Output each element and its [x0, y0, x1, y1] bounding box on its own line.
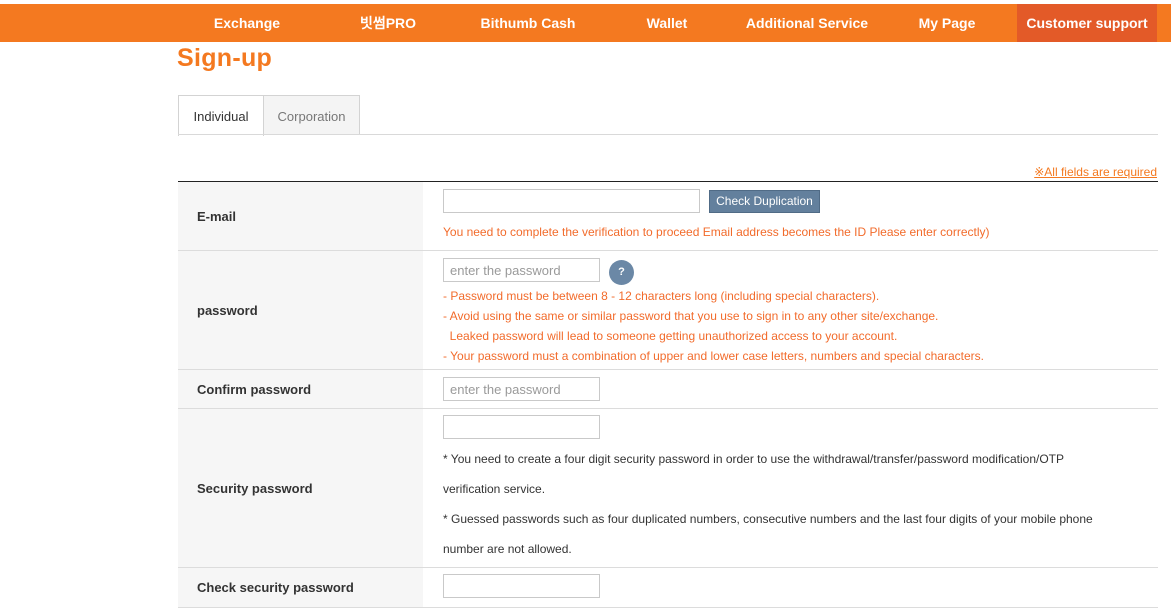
- security-password-label: Security password: [178, 409, 423, 567]
- required-fields-note: ※All fields are required: [1034, 165, 1157, 179]
- security-password-note: * Guessed passwords such as four duplica…: [443, 512, 1093, 526]
- nav-bithumb-pro[interactable]: 빗썸PRO: [338, 4, 438, 42]
- security-password-note: verification service.: [443, 482, 546, 496]
- nav-additional-service[interactable]: Additional Service: [737, 4, 877, 42]
- security-password-row: Security password * You need to create a…: [178, 409, 1158, 568]
- confirm-password-label: Confirm password: [178, 370, 423, 408]
- security-password-note: number are not allowed.: [443, 542, 572, 556]
- nav-customer-support[interactable]: Customer support: [1017, 4, 1157, 42]
- security-password-note: * You need to create a four digit securi…: [443, 452, 1064, 466]
- help-icon[interactable]: ?: [609, 260, 634, 285]
- email-label: E-mail: [178, 182, 423, 250]
- top-nav: Exchange 빗썸PRO Bithumb Cash Wallet Addit…: [0, 4, 1171, 42]
- confirm-password-value-cell: [423, 370, 1158, 408]
- security-password-value-cell: * You need to create a four digit securi…: [423, 409, 1158, 567]
- password-value-cell: ? - Password must be between 8 - 12 char…: [423, 251, 1158, 369]
- email-value-cell: Check Duplication You need to complete t…: [423, 182, 1158, 250]
- password-rule: - Your password must a combination of up…: [443, 349, 984, 363]
- email-field[interactable]: [443, 189, 700, 213]
- check-security-password-field[interactable]: [443, 574, 600, 598]
- nav-exchange[interactable]: Exchange: [197, 4, 297, 42]
- check-duplication-button[interactable]: Check Duplication: [709, 190, 820, 213]
- check-security-password-row: Check security password: [178, 568, 1158, 608]
- page-title: Sign-up: [177, 44, 273, 72]
- nav-bithumb-cash[interactable]: Bithumb Cash: [468, 4, 588, 42]
- nav-wallet[interactable]: Wallet: [627, 4, 707, 42]
- signup-form: E-mail Check Duplication You need to com…: [178, 181, 1158, 608]
- password-label: password: [178, 251, 423, 369]
- nav-my-page[interactable]: My Page: [902, 4, 992, 42]
- confirm-password-field[interactable]: [443, 377, 600, 401]
- security-password-field[interactable]: [443, 415, 600, 439]
- password-rule: - Password must be between 8 - 12 charac…: [443, 289, 880, 303]
- email-row: E-mail Check Duplication You need to com…: [178, 182, 1158, 251]
- confirm-password-row: Confirm password: [178, 370, 1158, 409]
- password-rule: Leaked password will lead to someone get…: [443, 329, 898, 343]
- tab-individual[interactable]: Individual: [178, 95, 264, 136]
- password-row: password ? - Password must be between 8 …: [178, 251, 1158, 370]
- password-field[interactable]: [443, 258, 600, 282]
- password-rule: - Avoid using the same or similar passwo…: [443, 309, 939, 323]
- tabs-divider: [178, 134, 1158, 135]
- check-security-password-value-cell: [423, 568, 1158, 607]
- email-hint: You need to complete the verification to…: [443, 225, 990, 239]
- tab-corporation[interactable]: Corporation: [263, 95, 360, 135]
- check-security-password-label: Check security password: [178, 568, 423, 607]
